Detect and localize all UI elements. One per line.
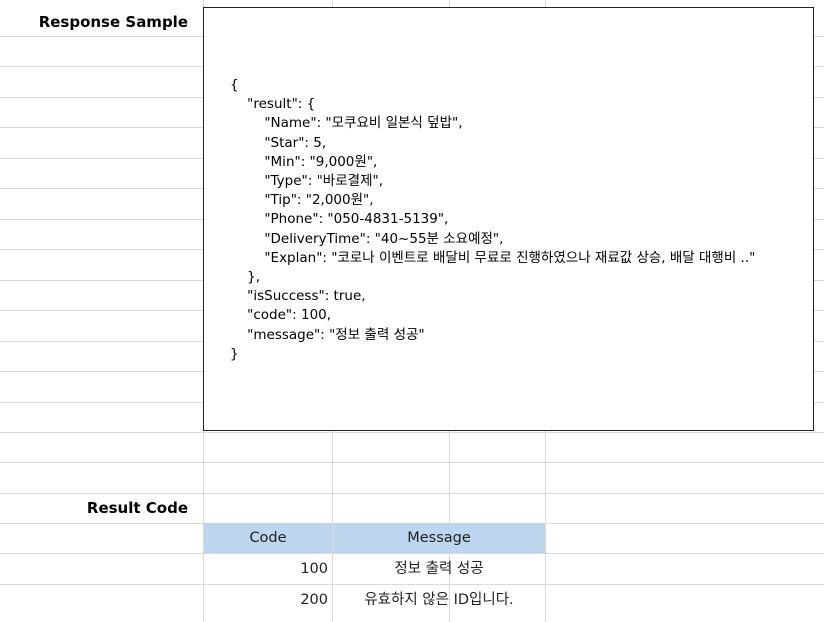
- header-cell-message[interactable]: Message: [333, 523, 545, 553]
- response-sample-label: Response Sample: [38, 13, 188, 31]
- header-cell-code[interactable]: Code: [204, 523, 332, 553]
- table-cell-code[interactable]: 200: [204, 585, 332, 615]
- table-cell-message[interactable]: 유효하지 않은 ID입니다.: [333, 585, 545, 615]
- grid-row-line: [0, 462, 824, 463]
- table-cell-message[interactable]: 정보 출력 성공: [333, 554, 545, 584]
- result-code-label: Result Code: [86, 499, 188, 517]
- grid-row-line: [0, 493, 824, 494]
- table-cell-code[interactable]: 100: [204, 554, 332, 584]
- grid-row-line: [0, 432, 824, 433]
- response-json-text: { "result": { "Name": "모쿠요비 일본식 덮밥", "St…: [230, 77, 756, 362]
- response-sample-textbox[interactable]: { "result": { "Name": "모쿠요비 일본식 덮밥", "St…: [203, 7, 814, 431]
